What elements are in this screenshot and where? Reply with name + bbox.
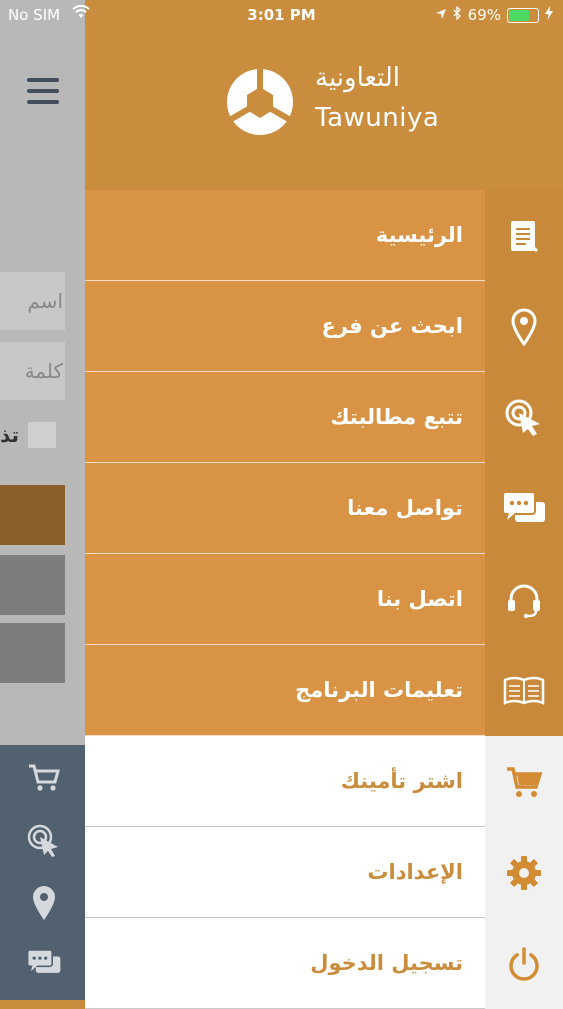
menu-item-label: الرئيسية: [375, 223, 463, 247]
chat-icon[interactable]: [26, 945, 62, 981]
battery-percentage: 69%: [467, 6, 501, 24]
remember-me-checkbox[interactable]: [28, 422, 56, 448]
menu-item-contact-us[interactable]: تواصل معنا: [85, 463, 563, 554]
menu-item-home[interactable]: الرئيسية: [85, 190, 563, 281]
logo-english-text: Tawuniya: [315, 103, 440, 133]
location-icon[interactable]: [26, 885, 62, 921]
location-arrow-icon: [435, 6, 447, 24]
logo-arabic-text: التعاونية: [315, 63, 401, 93]
menu-item-call-us[interactable]: اتصل بنا: [85, 554, 563, 645]
gear-icon: [485, 827, 563, 918]
menu-item-label: اشتر تأمينك: [340, 769, 463, 793]
remember-me-label: تذ: [0, 423, 20, 447]
bluetooth-icon: [453, 5, 462, 24]
tap-icon[interactable]: [26, 823, 62, 859]
tertiary-button[interactable]: [0, 623, 65, 683]
book-icon: [485, 645, 563, 736]
menu-item-track-claim[interactable]: تتبع مطالبتك: [85, 372, 563, 463]
underlying-screen: اسم كلمة تذ: [0, 0, 85, 1000]
logo-mark-icon: [227, 69, 293, 135]
menu-item-find-branch[interactable]: ابحث عن فرع: [85, 281, 563, 372]
battery-fill: [509, 9, 529, 21]
status-bar: No SIM 3:01 PM 69%: [0, 0, 563, 30]
menu-item-settings[interactable]: الإعدادات: [85, 827, 563, 918]
hamburger-menu-icon[interactable]: [27, 78, 59, 111]
side-drawer: التعاونية Tawuniya الرئيسية ابحث عن فرع …: [85, 0, 563, 1009]
chat-icon: [485, 463, 563, 554]
location-icon: [485, 281, 563, 372]
cart-icon[interactable]: [26, 760, 62, 796]
cart-icon: [485, 736, 563, 827]
headset-icon: [485, 554, 563, 645]
menu-item-label: ابحث عن فرع: [321, 314, 463, 338]
menu-item-label: اتصل بنا: [376, 587, 463, 611]
battery-icon: [507, 7, 539, 23]
menu-item-label: تتبع مطالبتك: [330, 405, 463, 429]
menu-item-label: تسجيل الدخول: [310, 951, 463, 975]
drawer-menu: الرئيسية ابحث عن فرع تتبع مطالبتك تواصل …: [85, 190, 563, 1009]
menu-item-label: تعليمات البرنامج: [295, 678, 463, 702]
username-field[interactable]: اسم: [0, 272, 65, 330]
login-button[interactable]: [0, 485, 65, 545]
menu-item-label: الإعدادات: [367, 860, 463, 884]
app-logo: التعاونية Tawuniya: [225, 63, 445, 140]
charging-icon: [545, 6, 553, 24]
quick-actions-bar: [0, 745, 85, 1000]
secondary-button[interactable]: [0, 555, 65, 615]
menu-item-login[interactable]: تسجيل الدخول: [85, 918, 563, 1009]
menu-item-buy-insurance[interactable]: اشتر تأمينك: [85, 736, 563, 827]
menu-item-help[interactable]: تعليمات البرنامج: [85, 645, 563, 736]
menu-item-label: تواصل معنا: [347, 496, 463, 520]
tap-icon: [485, 372, 563, 463]
document-icon: [485, 190, 563, 281]
remember-me-row[interactable]: تذ: [0, 420, 85, 450]
password-field[interactable]: كلمة: [0, 342, 65, 400]
power-icon: [485, 918, 563, 1009]
